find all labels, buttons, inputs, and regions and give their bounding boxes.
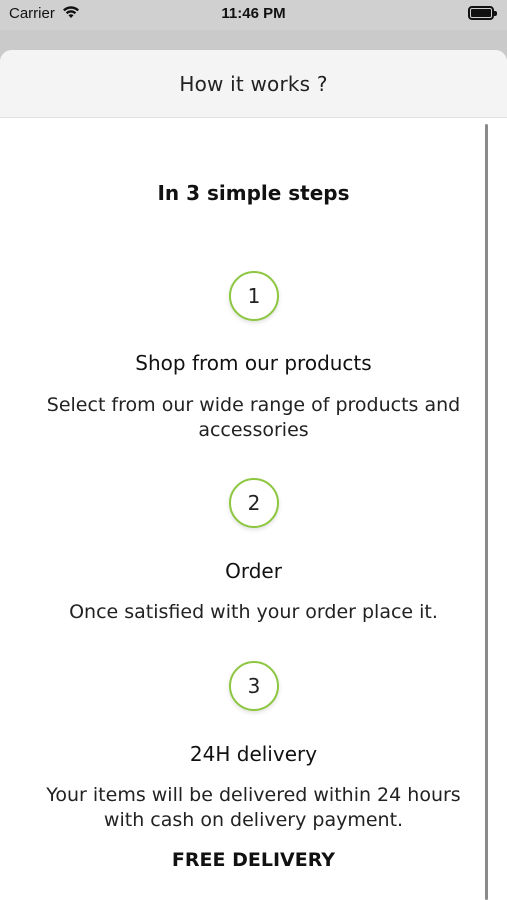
step-number: 1 (247, 284, 261, 308)
how-it-works-sheet: How it works ? In 3 simple steps 1 Shop … (0, 50, 507, 900)
step-description: Once satisfied with your order place it. (69, 601, 438, 623)
step-number-circle: 1 (229, 271, 279, 321)
sheet-title: How it works ? (179, 71, 328, 96)
step-number: 2 (247, 491, 261, 515)
sheet-header: How it works ? (0, 50, 507, 118)
step-description: Your items will be delivered within 24 h… (46, 784, 461, 831)
step-title: Order (225, 559, 282, 583)
step-number: 3 (247, 674, 261, 698)
step-title: 24H delivery (189, 742, 318, 766)
free-delivery-label: FREE DELIVERY (171, 849, 336, 871)
step-number-circle: 3 (229, 661, 279, 711)
intro-heading: In 3 simple steps (157, 181, 350, 205)
scroll-indicator[interactable] (485, 124, 488, 900)
battery-icon (468, 6, 497, 20)
status-bar: Carrier 11:46 PM (0, 0, 507, 30)
step-title: Shop from our products (135, 351, 372, 375)
clock: 11:46 PM (221, 5, 286, 22)
step-description: Select from our wide range of products a… (46, 394, 461, 441)
step-number-circle: 2 (229, 478, 279, 528)
